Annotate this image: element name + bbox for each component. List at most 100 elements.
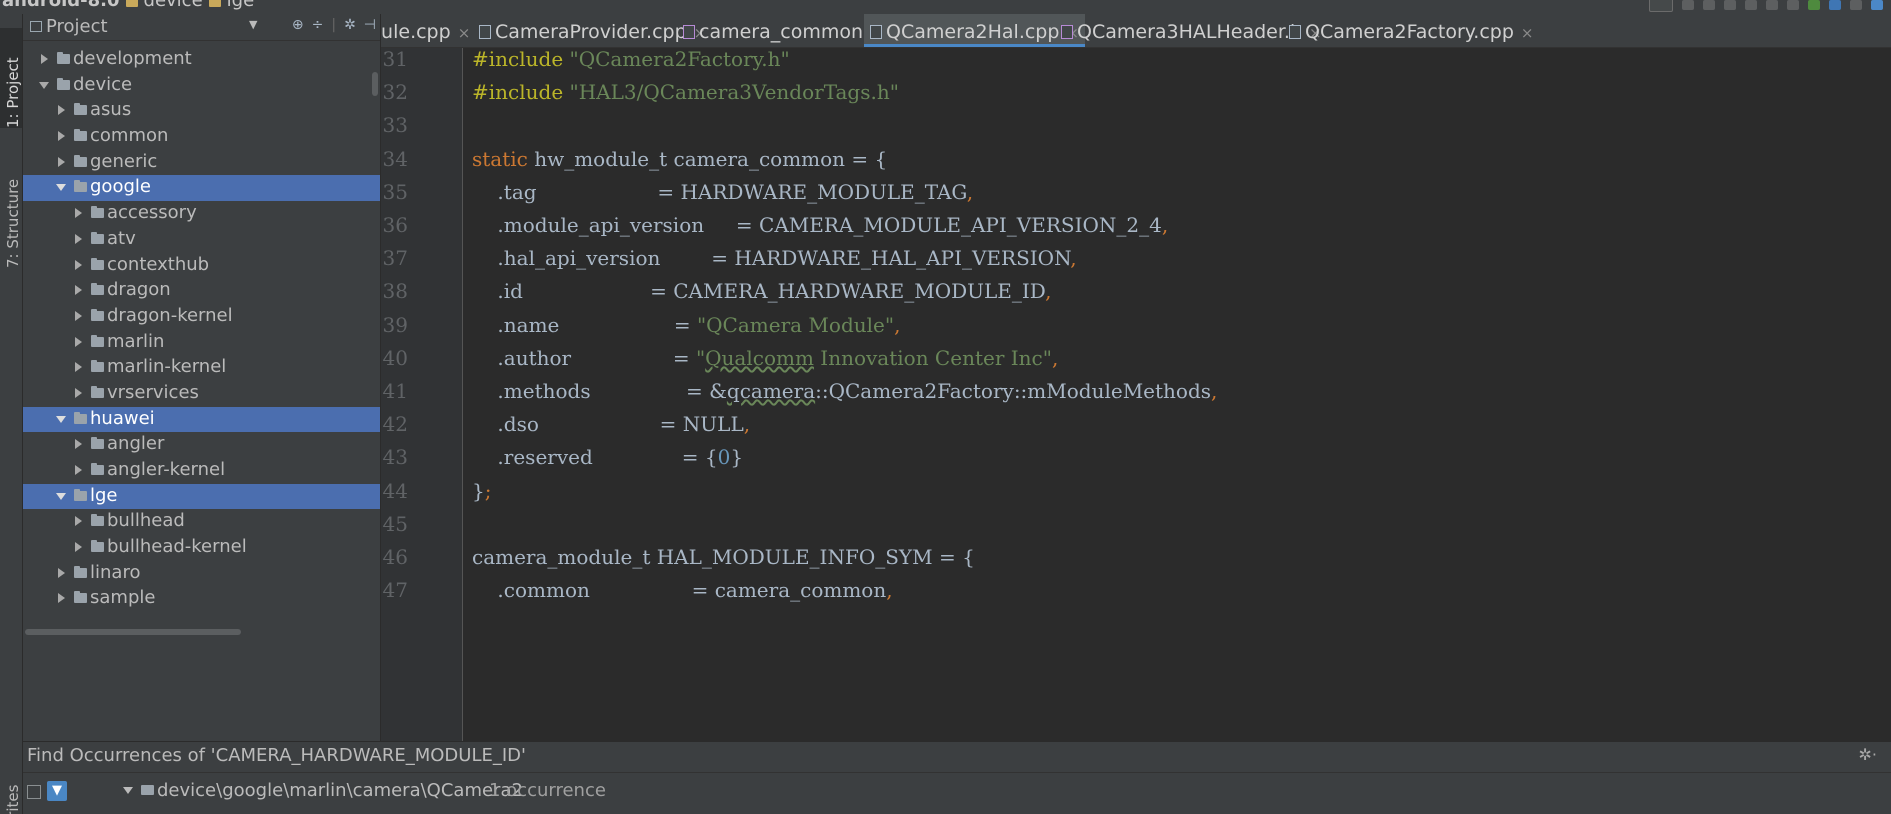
close-icon[interactable]: × (458, 24, 471, 42)
code-line[interactable]: .module_api_version = CAMERA_MODULE_API_… (472, 213, 1168, 237)
breadcrumb-lge[interactable]: lge (227, 0, 255, 10)
close-icon[interactable]: × (1521, 24, 1534, 42)
tree-item-sample[interactable]: sample (23, 586, 380, 612)
chevron-right-icon[interactable] (58, 156, 65, 167)
tab-QCamera2Factory.cpp[interactable]: QCamera2Factory.cpp × (1283, 14, 1540, 47)
tab-QCamera2Hal.cpp[interactable]: QCamera2Hal.cpp× (864, 14, 1085, 47)
attach-icon[interactable] (1766, 0, 1778, 10)
tree-item-dragon-kernel[interactable]: dragon-kernel (23, 304, 380, 330)
ide-window: android-8.0 device lge 1: Project 7: Str… (0, 0, 1891, 814)
tree-item-atv[interactable]: atv (23, 227, 380, 253)
code-line[interactable]: static hw_module_t camera_common = { (472, 147, 887, 171)
chevron-right-icon[interactable] (58, 593, 65, 604)
tree-item-development[interactable]: development (23, 47, 380, 73)
chevron-down-icon[interactable] (56, 184, 66, 192)
line-number: 37 (382, 246, 408, 271)
code-line[interactable]: .id = CAMERA_HARDWARE_MODULE_ID, (472, 279, 1051, 303)
chevron-right-icon[interactable] (75, 387, 82, 398)
chevron-down-icon[interactable]: ▼ (249, 18, 257, 31)
tree-item-bullhead-kernel[interactable]: bullhead-kernel (23, 535, 380, 561)
tree-item-common[interactable]: common (23, 124, 380, 150)
tree-item-angler-kernel[interactable]: angler-kernel (23, 458, 380, 484)
tree-item-contexthub[interactable]: contexthub (23, 253, 380, 279)
locate-icon[interactable]: ⊕ (292, 17, 304, 33)
stop-icon[interactable] (1787, 0, 1799, 10)
sdk-manager-icon[interactable] (1808, 0, 1820, 10)
tree-item-dragon[interactable]: dragon (23, 278, 380, 304)
result-path[interactable]: device\google\marlin\camera\QCamera2 (157, 780, 523, 801)
code-line[interactable]: #include "QCamera2Factory.h" (472, 47, 790, 71)
code-line[interactable]: }; (472, 479, 491, 503)
tree-item-device[interactable]: device (23, 73, 380, 99)
horizontal-scrollbar[interactable] (23, 628, 380, 636)
structure-tool-tab[interactable]: 7: Structure (0, 152, 22, 268)
run-icon[interactable] (1682, 0, 1694, 10)
tree-item-angler[interactable]: angler (23, 432, 380, 458)
tree-item-generic[interactable]: generic (23, 150, 380, 176)
tree-item-accessory[interactable]: accessory (23, 201, 380, 227)
tree-item-linaro[interactable]: linaro (23, 561, 380, 587)
chevron-right-icon[interactable] (75, 362, 82, 373)
chevron-down-icon[interactable] (56, 415, 66, 423)
project-view-label[interactable]: Project (46, 16, 108, 37)
tree-item-bullhead[interactable]: bullhead (23, 509, 380, 535)
group-by-icon[interactable] (27, 785, 41, 799)
vertical-scrollbar[interactable] (372, 72, 378, 96)
chevron-right-icon[interactable] (75, 465, 82, 475)
gear-icon[interactable]: ✲· (1859, 745, 1878, 764)
breadcrumb-project[interactable]: android-8.0 (2, 0, 120, 10)
tree-item-label: device (73, 73, 133, 95)
tree-item-vrservices[interactable]: vrservices (23, 381, 380, 407)
device-monitor-icon[interactable] (1850, 0, 1862, 10)
code-line[interactable]: .reserved = {0} (472, 445, 743, 469)
tab-dule.cpp[interactable]: dule.cpp × (381, 14, 476, 47)
chevron-right-icon[interactable] (75, 516, 82, 527)
debug-icon[interactable] (1703, 0, 1715, 10)
scrollbar-thumb[interactable] (25, 629, 241, 635)
run-config-dropdown[interactable] (1649, 0, 1673, 12)
code-line[interactable]: .common = camera_common, (472, 578, 892, 602)
hide-icon[interactable]: ⊣ (364, 17, 376, 33)
chevron-right-icon[interactable] (75, 439, 82, 450)
code-token: , (1045, 279, 1052, 304)
profile-icon[interactable] (1745, 0, 1757, 10)
tree-item-lge[interactable]: lge (23, 483, 380, 510)
avd-manager-icon[interactable] (1829, 0, 1841, 10)
structure-icon[interactable] (1871, 0, 1883, 10)
settings-icon[interactable]: ✲ (344, 17, 356, 33)
chevron-right-icon[interactable] (75, 336, 82, 347)
code-line[interactable]: .hal_api_version = HARDWARE_HAL_API_VERS… (472, 246, 1076, 270)
code-line[interactable]: camera_module_t HAL_MODULE_INFO_SYM = { (472, 545, 975, 569)
collapse-all-icon[interactable]: ÷ (312, 17, 324, 33)
filter-icon[interactable]: ▼ (47, 781, 67, 801)
tree-item-asus[interactable]: asus (23, 98, 380, 124)
code-line[interactable]: .methods = &qcamera::QCamera2Factory::mM… (472, 379, 1217, 403)
chevron-right-icon[interactable] (75, 259, 82, 270)
chevron-right-icon[interactable] (58, 105, 65, 116)
tree-item-marlin-kernel[interactable]: marlin-kernel (23, 355, 380, 381)
chevron-down-icon[interactable] (56, 492, 66, 500)
breadcrumb-device[interactable]: device (144, 0, 203, 10)
chevron-right-icon[interactable] (41, 54, 48, 64)
chevron-right-icon[interactable] (58, 131, 65, 142)
tree-item-marlin[interactable]: marlin (23, 330, 380, 356)
tree-item-huawei[interactable]: huawei (23, 406, 380, 433)
chevron-down-icon[interactable] (123, 787, 133, 794)
code-line[interactable]: .author = "Qualcomm Innovation Center In… (472, 346, 1058, 370)
code-line[interactable]: #include "HAL3/QCamera3VendorTags.h" (472, 80, 899, 104)
code-line[interactable]: .name = "QCamera Module", (472, 313, 900, 337)
chevron-down-icon[interactable] (39, 81, 49, 89)
chevron-right-icon[interactable] (75, 310, 82, 321)
tree-item-google[interactable]: google (23, 175, 380, 202)
coverage-icon[interactable] (1724, 0, 1736, 10)
chevron-right-icon[interactable] (75, 208, 82, 219)
chevron-right-icon[interactable] (75, 542, 82, 553)
code-line[interactable]: .dso = NULL, (472, 412, 750, 436)
project-tool-tab[interactable]: 1: Project (0, 28, 22, 128)
chevron-right-icon[interactable] (58, 567, 65, 578)
chevron-right-icon[interactable] (75, 233, 82, 244)
code-line[interactable]: .tag = HARDWARE_MODULE_TAG, (472, 180, 973, 204)
favorites-tool-tab[interactable]: orites (0, 759, 22, 814)
header-file-icon (1061, 25, 1073, 39)
chevron-right-icon[interactable] (75, 285, 82, 296)
